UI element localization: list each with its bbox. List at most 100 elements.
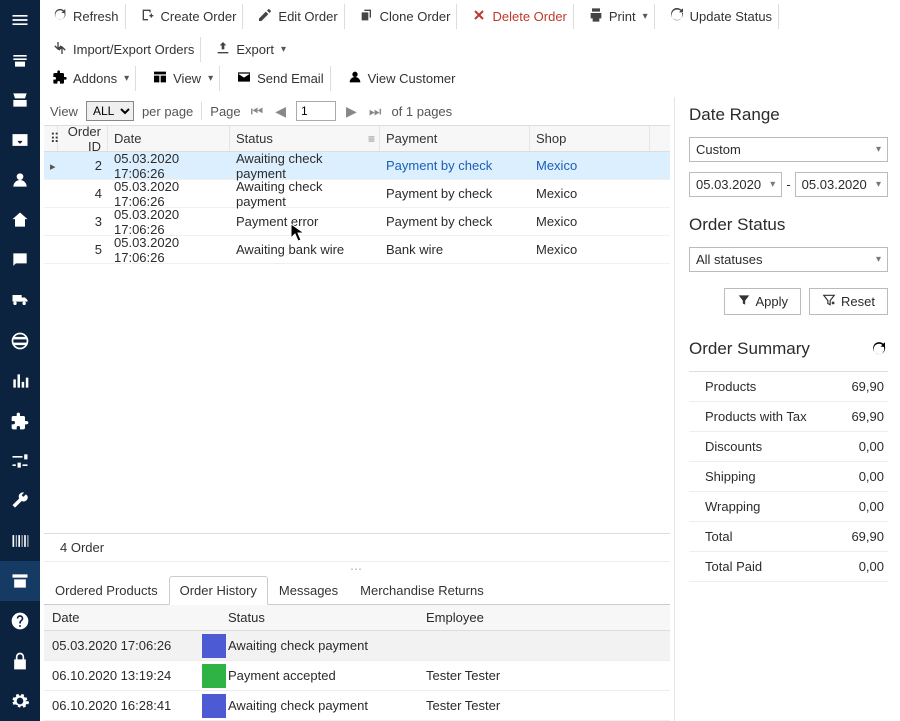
import-export-button[interactable]: Import/Export Orders	[46, 37, 201, 62]
page-input[interactable]	[296, 101, 336, 121]
tab-merchandise-returns[interactable]: Merchandise Returns	[349, 576, 495, 605]
grid-footer: 4 Order	[44, 533, 670, 561]
chart-icon[interactable]	[0, 361, 40, 401]
puzzle-icon	[52, 69, 68, 88]
hist-col-status[interactable]: Status	[220, 610, 418, 625]
send-email-button[interactable]: Send Email	[230, 66, 330, 91]
hist-col-date[interactable]: Date	[44, 610, 194, 625]
last-page-icon[interactable]: ⏭	[367, 103, 384, 120]
edit-order-label: Edit Order	[278, 9, 337, 24]
create-icon	[140, 7, 156, 26]
chat-icon[interactable]	[0, 240, 40, 280]
table-row[interactable]: 405.03.2020 17:06:26Awaiting check payme…	[44, 180, 670, 208]
next-page-icon[interactable]: ▶	[344, 103, 359, 120]
import-export-icon	[52, 40, 68, 59]
col-shop[interactable]: Shop	[530, 126, 650, 151]
date-to-input[interactable]: 05.03.2020▾	[795, 172, 888, 197]
clone-order-button[interactable]: Clone Order	[353, 4, 458, 29]
print-icon	[588, 7, 604, 26]
refresh-label: Refresh	[73, 9, 119, 24]
pager-bar: View ALL per page Page ⏮ ◀ ▶ ⏭ of 1 page…	[44, 97, 670, 125]
date-range-title: Date Range	[689, 105, 888, 125]
truck-icon[interactable]	[0, 280, 40, 320]
history-row[interactable]: 06.10.2020 16:28:41Awaiting check paymen…	[44, 691, 670, 721]
date-range-preset-select[interactable]: Custom▾	[689, 137, 888, 162]
menu-icon[interactable]	[0, 0, 40, 40]
export-icon	[215, 40, 231, 59]
edit-order-button[interactable]: Edit Order	[251, 4, 344, 29]
chevron-down-icon: ▾	[208, 73, 213, 84]
reset-button[interactable]: Reset	[809, 288, 888, 315]
date-from-input[interactable]: 05.03.2020▾	[689, 172, 782, 197]
orders-grid: ⠿ Order ID Date Status≡ Payment Shop ▸20…	[44, 125, 670, 264]
grid-header: ⠿ Order ID Date Status≡ Payment Shop	[44, 126, 670, 152]
help-icon[interactable]	[0, 601, 40, 641]
chevron-down-icon: ▾	[876, 144, 881, 155]
page-label: Page	[210, 104, 240, 119]
create-order-label: Create Order	[161, 9, 237, 24]
summary-row: Discounts0,00	[689, 432, 888, 462]
drag-handle-header: ⠿	[44, 126, 58, 151]
col-date[interactable]: Date	[108, 126, 230, 151]
globe-icon[interactable]	[0, 321, 40, 361]
of-pages: of 1 pages	[391, 104, 452, 119]
view-customer-button[interactable]: View Customer	[341, 66, 462, 91]
chevron-down-icon: ▾	[124, 73, 129, 84]
user-icon[interactable]	[0, 160, 40, 200]
history-row[interactable]: 05.03.2020 17:06:26Awaiting check paymen…	[44, 631, 670, 661]
summary-row: Shipping0,00	[689, 462, 888, 492]
order-summary-title: Order Summary	[689, 339, 810, 359]
order-status-select[interactable]: All statuses▾	[689, 247, 888, 272]
gear-icon[interactable]	[0, 681, 40, 721]
create-order-button[interactable]: Create Order	[134, 4, 244, 29]
home-icon[interactable]	[0, 200, 40, 240]
table-row[interactable]: 505.03.2020 17:06:26Awaiting bank wireBa…	[44, 236, 670, 264]
reload-icon[interactable]	[870, 340, 888, 361]
pencil-icon	[257, 7, 273, 26]
addons-label: Addons	[73, 71, 117, 86]
refresh-button[interactable]: Refresh	[46, 4, 126, 29]
delete-order-button[interactable]: Delete Order	[465, 4, 573, 29]
first-page-icon[interactable]: ⏮	[249, 103, 266, 120]
chevron-down-icon: ▾	[876, 254, 881, 265]
prev-page-icon[interactable]: ◀	[273, 103, 288, 120]
archive-icon[interactable]	[0, 561, 40, 601]
per-page-select[interactable]: ALL	[86, 101, 134, 121]
sliders-icon[interactable]	[0, 441, 40, 481]
col-payment[interactable]: Payment	[380, 126, 530, 151]
chevron-down-icon: ▾	[770, 179, 775, 190]
chevron-down-icon: ▾	[643, 11, 648, 22]
print-button[interactable]: Print ▾	[582, 4, 655, 29]
inbox-icon[interactable]	[0, 120, 40, 160]
wrench-icon[interactable]	[0, 481, 40, 521]
tab-order-history[interactable]: Order History	[169, 576, 268, 605]
shop-icon[interactable]	[0, 80, 40, 120]
summary-row: Products with Tax69,90	[689, 402, 888, 432]
barcode-icon[interactable]	[0, 521, 40, 561]
refresh-icon	[52, 7, 68, 26]
view-label: View	[50, 104, 78, 119]
view-button[interactable]: View ▾	[146, 66, 220, 91]
col-order-id[interactable]: Order ID	[58, 126, 108, 151]
apply-button[interactable]: Apply	[724, 288, 802, 315]
update-status-button[interactable]: Update Status	[663, 4, 779, 29]
export-button[interactable]: Export ▾	[209, 37, 292, 62]
print-label: Print	[609, 9, 636, 24]
dashboard-icon[interactable]	[0, 40, 40, 80]
layout-icon	[152, 69, 168, 88]
hist-col-employee[interactable]: Employee	[418, 610, 670, 625]
horizontal-splitter[interactable]: ⋯	[44, 561, 670, 575]
table-row[interactable]: ▸205.03.2020 17:06:26Awaiting check paym…	[44, 152, 670, 180]
summary-row: Products69,90	[689, 372, 888, 402]
mail-icon	[236, 69, 252, 88]
tab-ordered-products[interactable]: Ordered Products	[44, 576, 169, 605]
lock-icon[interactable]	[0, 641, 40, 681]
addons-button[interactable]: Addons ▾	[46, 66, 136, 91]
tab-messages[interactable]: Messages	[268, 576, 349, 605]
table-row[interactable]: 305.03.2020 17:06:26Payment errorPayment…	[44, 208, 670, 236]
history-row[interactable]: 06.10.2020 13:19:24Payment acceptedTeste…	[44, 661, 670, 691]
import-export-label: Import/Export Orders	[73, 42, 194, 57]
col-status[interactable]: Status≡	[230, 126, 380, 151]
date-dash: -	[786, 177, 790, 192]
puzzle-icon[interactable]	[0, 401, 40, 441]
